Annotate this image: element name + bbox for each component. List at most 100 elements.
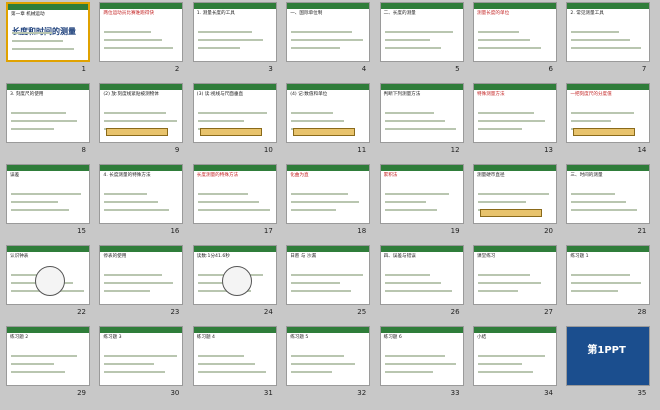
slide-preview[interactable]: 第1PPT <box>566 326 651 386</box>
slide-thumbnail[interactable]: 2. 常见测量工具 7 <box>564 2 652 84</box>
slide-preview[interactable]: 四、误差与错误 <box>379 245 464 305</box>
slide-header-bar <box>474 3 556 9</box>
slide-thumbnail[interactable]: 长度测量的特殊方法 17 <box>191 164 279 246</box>
text-line-placeholder <box>571 193 616 195</box>
slide-preview[interactable]: 4. 长度测量的特殊方法 <box>99 164 184 224</box>
slide-thumbnail[interactable]: 第一章 机械运动长度和时间的测量 1 <box>4 2 92 84</box>
slide-header-bar <box>7 246 89 252</box>
slide-preview[interactable]: 测量长度的单位 <box>473 2 557 62</box>
slide-preview[interactable]: 一、国际单位制 <box>286 2 371 62</box>
slide-header-bar <box>474 246 556 252</box>
slide-preview[interactable]: 累积法 <box>379 164 464 224</box>
slide-thumbnail[interactable]: 二、长度的测量 5 <box>378 2 466 84</box>
slide-thumbnail[interactable]: 认识钟表 22 <box>4 245 92 327</box>
slide-preview[interactable]: (2) 放:刻度线紧贴被测物体 <box>99 83 184 143</box>
slide-title: 一把刻度尺的分度值 <box>570 92 612 97</box>
slide-thumbnail[interactable]: 误差 15 <box>4 164 92 246</box>
text-line-placeholder <box>104 47 174 49</box>
slide-thumbnail[interactable]: 4. 长度测量的特殊方法 16 <box>97 164 185 246</box>
slide-thumbnail[interactable]: 一、国际单位制 4 <box>284 2 372 84</box>
slide-number: 13 <box>544 146 553 154</box>
slide-thumbnail[interactable]: 练习题 4 31 <box>191 326 279 408</box>
slide-thumbnail[interactable]: 小结 34 <box>471 326 559 408</box>
slide-thumbnail[interactable]: 四、误差与错误 26 <box>378 245 466 327</box>
slide-preview[interactable]: 日晷 与 沙漏 <box>286 245 371 305</box>
slide-preview[interactable]: 1. 测量长度的工具 <box>192 2 277 62</box>
slide-preview[interactable]: 练习题 1 <box>566 245 651 305</box>
slide-number: 30 <box>170 389 180 397</box>
slide-title: 日晷 与 沙漏 <box>290 254 317 259</box>
slide-number: 4 <box>361 65 367 73</box>
slide-preview[interactable]: 3. 刻度尺的使用 <box>6 83 90 143</box>
text-line-placeholder <box>11 355 77 357</box>
slide-preview[interactable]: 练习题 4 <box>192 326 277 386</box>
slide-thumbnail[interactable]: 日晷 与 沙漏 25 <box>284 245 372 327</box>
text-line-placeholder <box>12 40 63 42</box>
slide-thumbnail[interactable]: 测量硬币直径 20 <box>471 164 559 246</box>
slide-thumbnail[interactable]: (4) 记:数值和单位 11 <box>284 83 372 165</box>
slide-thumbnail[interactable]: 1. 测量长度的工具 3 <box>191 2 279 84</box>
slide-thumbnail[interactable]: 一把刻度尺的分度值 14 <box>564 83 652 165</box>
slide-thumbnail[interactable]: (3) 读:视线与尺面垂直 10 <box>191 83 279 165</box>
slide-title: 化曲为直 <box>290 173 309 178</box>
slide-preview[interactable]: 停表的使用 <box>99 245 184 305</box>
slide-thumbnail[interactable]: 读数:1分41.6秒 24 <box>191 245 279 327</box>
slide-preview[interactable]: 化曲为直 <box>286 164 371 224</box>
slide-thumbnail[interactable]: 练习题 1 28 <box>564 245 652 327</box>
text-line-placeholder <box>291 39 364 41</box>
text-line-placeholder <box>384 282 441 284</box>
slide-thumbnail[interactable]: 判断下列测量方法 12 <box>378 83 466 165</box>
slide-preview[interactable]: 第一章 机械运动长度和时间的测量 <box>6 2 90 62</box>
slide-header-bar <box>474 84 556 90</box>
slide-preview[interactable]: 2. 常见测量工具 <box>566 2 651 62</box>
slide-thumbnail[interactable]: 课堂练习 27 <box>471 245 559 327</box>
slide-header-bar <box>287 246 370 252</box>
slide-preview[interactable]: 三、时间的测量 <box>566 164 651 224</box>
slide-preview[interactable]: 长度测量的特殊方法 <box>192 164 277 224</box>
text-line-placeholder <box>291 201 360 203</box>
slide-preview[interactable]: 特殊测量方法 <box>473 83 557 143</box>
slide-header-bar <box>8 4 88 10</box>
slide-preview[interactable]: 读数:1分41.6秒 <box>192 245 277 305</box>
text-line-placeholder <box>11 363 54 365</box>
slide-preview[interactable]: 误差 <box>6 164 90 224</box>
slide-thumbnail[interactable]: 练习题 3 30 <box>97 326 185 408</box>
slide-thumbnail[interactable]: 两位运动员比赛谁跑得快 2 <box>97 2 185 84</box>
slide-preview[interactable]: 一把刻度尺的分度值 <box>566 83 651 143</box>
slide-preview[interactable]: 认识钟表 <box>6 245 90 305</box>
slide-preview[interactable]: 二、长度的测量 <box>379 2 464 62</box>
slide-thumbnail[interactable]: 特殊测量方法 13 <box>471 83 559 165</box>
slide-thumbnail[interactable]: 化曲为直 18 <box>284 164 372 246</box>
slide-title: 二、长度的测量 <box>383 11 416 16</box>
slide-thumbnail[interactable]: 练习题 5 32 <box>284 326 372 408</box>
slide-preview[interactable]: 练习题 5 <box>286 326 371 386</box>
slide-thumbnail[interactable]: 三、时间的测量 21 <box>564 164 652 246</box>
slide-preview[interactable]: 课堂练习 <box>473 245 557 305</box>
slide-thumbnail[interactable]: 停表的使用 23 <box>97 245 185 327</box>
slide-preview[interactable]: 两位运动员比赛谁跑得快 <box>99 2 184 62</box>
slide-thumbnail[interactable]: 练习题 6 33 <box>378 326 466 408</box>
slide-title: 停表的使用 <box>103 254 127 259</box>
slide-preview[interactable]: 小结 <box>473 326 557 386</box>
slide-header-bar <box>100 165 183 171</box>
slide-preview[interactable]: 测量硬币直径 <box>473 164 557 224</box>
slide-thumbnail[interactable]: 累积法 19 <box>378 164 466 246</box>
text-line-placeholder <box>11 120 77 122</box>
slide-thumbnail[interactable]: 3. 刻度尺的使用 8 <box>4 83 92 165</box>
slide-preview[interactable]: (3) 读:视线与尺面垂直 <box>192 83 277 143</box>
slide-preview[interactable]: 练习题 2 <box>6 326 90 386</box>
slide-preview[interactable]: 练习题 3 <box>99 326 184 386</box>
slide-number: 24 <box>263 308 273 316</box>
slide-preview[interactable]: 练习题 6 <box>379 326 464 386</box>
slide-title: (3) 读:视线与尺面垂直 <box>196 92 244 97</box>
text-line-placeholder <box>291 31 353 33</box>
slide-preview[interactable]: 判断下列测量方法 <box>379 83 464 143</box>
slide-thumbnail[interactable]: 测量长度的单位 6 <box>471 2 559 84</box>
slide-thumbnail[interactable]: 练习题 2 29 <box>4 326 92 408</box>
slide-thumbnail[interactable]: 第1PPT 35 <box>564 326 652 408</box>
slide-number: 32 <box>357 389 367 397</box>
slide-thumbnail[interactable]: (2) 放:刻度线紧贴被测物体 9 <box>97 83 185 165</box>
slide-number: 33 <box>450 389 460 397</box>
slide-preview[interactable]: (4) 记:数值和单位 <box>286 83 371 143</box>
text-line-placeholder <box>291 355 345 357</box>
